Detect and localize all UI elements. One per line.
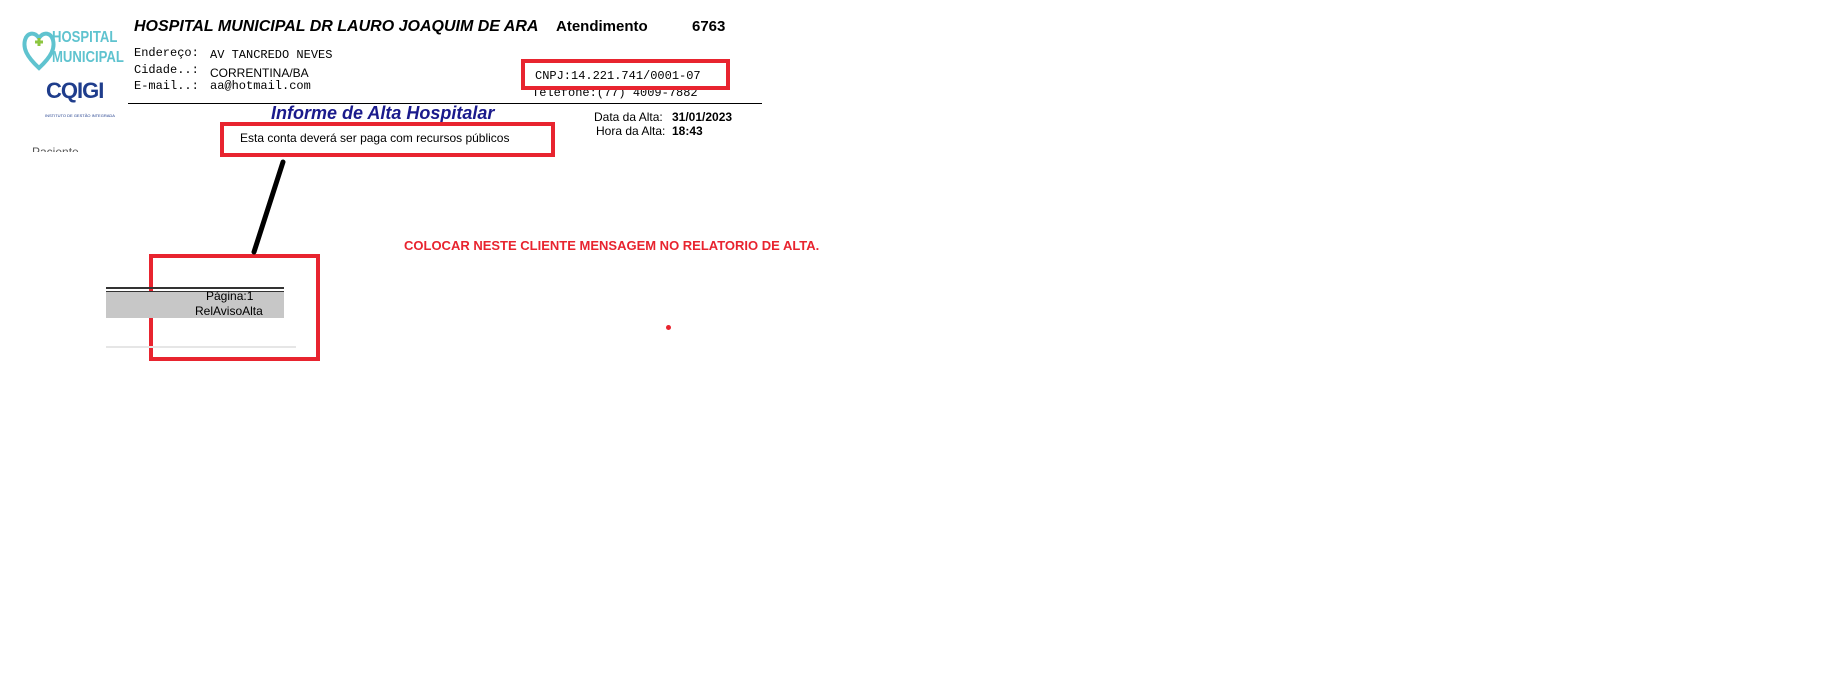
footer-rule-top: [106, 287, 284, 289]
instruction-note: COLOCAR NESTE CLIENTE MENSAGEM NO RELATO…: [404, 238, 820, 253]
connector-line: [251, 159, 286, 255]
report-code: RelAvisoAlta: [195, 304, 263, 318]
red-dot-mark: [666, 325, 671, 330]
page-number: Página:1: [206, 289, 254, 303]
footer-rule-bottom: [106, 346, 296, 348]
